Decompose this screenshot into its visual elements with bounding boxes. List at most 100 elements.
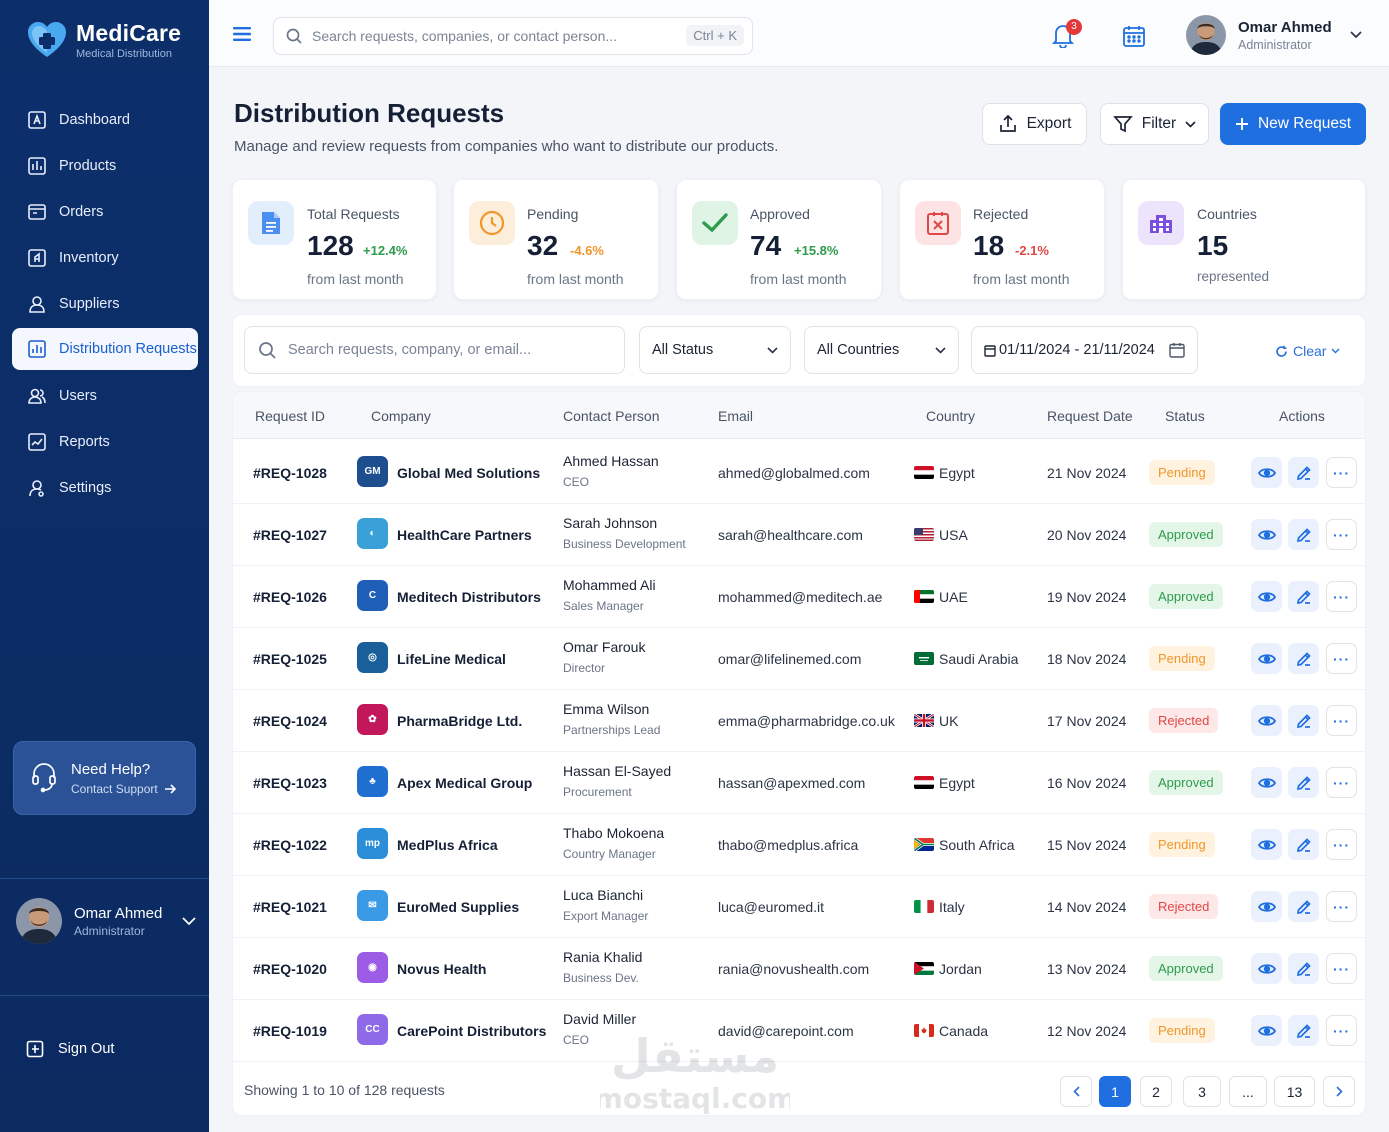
- request-id[interactable]: #REQ-1027: [253, 527, 327, 543]
- sidebar-item-users[interactable]: Users: [12, 374, 198, 418]
- page-button[interactable]: 2: [1140, 1076, 1172, 1107]
- table-row[interactable]: #REQ-1025 ◎ LifeLine Medical Omar Farouk…: [233, 628, 1365, 690]
- request-id[interactable]: #REQ-1024: [253, 713, 327, 729]
- logo[interactable]: MediCare Medical Distribution: [26, 20, 181, 60]
- request-id[interactable]: #REQ-1022: [253, 837, 327, 853]
- contact-email[interactable]: hassan@apexmed.com: [718, 775, 865, 791]
- table-row[interactable]: #REQ-1019 CC CarePoint Distributors Davi…: [233, 1000, 1365, 1062]
- edit-button[interactable]: [1288, 519, 1319, 550]
- column-header[interactable]: Status: [1165, 408, 1205, 424]
- help-card[interactable]: Need Help? Contact Support: [13, 741, 196, 815]
- request-id[interactable]: #REQ-1019: [253, 1023, 327, 1039]
- contact-email[interactable]: david@carepoint.com: [718, 1023, 854, 1039]
- more-actions-button[interactable]: ···: [1326, 581, 1357, 612]
- prev-page-button[interactable]: [1060, 1076, 1092, 1107]
- column-header[interactable]: Company: [371, 408, 431, 424]
- edit-button[interactable]: [1288, 581, 1319, 612]
- view-button[interactable]: [1251, 891, 1282, 922]
- page-button[interactable]: 3: [1183, 1076, 1221, 1107]
- clear-filters-button[interactable]: Clear: [1275, 343, 1340, 359]
- more-actions-button[interactable]: ···: [1326, 705, 1357, 736]
- page-button[interactable]: 1: [1099, 1076, 1131, 1107]
- more-actions-button[interactable]: ···: [1326, 953, 1357, 984]
- contact-email[interactable]: sarah@healthcare.com: [718, 527, 863, 543]
- table-row[interactable]: #REQ-1026 C Meditech Distributors Mohamm…: [233, 566, 1365, 628]
- sidebar-item-products[interactable]: Products: [12, 144, 198, 188]
- page-button[interactable]: 13: [1274, 1076, 1315, 1107]
- sidebar-item-orders[interactable]: Orders: [12, 190, 198, 234]
- contact-email[interactable]: mohammed@meditech.ae: [718, 589, 882, 605]
- request-id[interactable]: #REQ-1026: [253, 589, 327, 605]
- edit-button[interactable]: [1288, 953, 1319, 984]
- table-row[interactable]: #REQ-1020 ◉ Novus Health Rania Khalid Bu…: [233, 938, 1365, 1000]
- edit-button[interactable]: [1288, 829, 1319, 860]
- view-button[interactable]: [1251, 519, 1282, 550]
- sidebar-item-inventory[interactable]: Inventory: [12, 236, 198, 280]
- filter-button[interactable]: Filter: [1100, 103, 1209, 145]
- chevron-down-icon[interactable]: [1350, 31, 1362, 39]
- table-row[interactable]: #REQ-1021 ✉ EuroMed Supplies Luca Bianch…: [233, 876, 1365, 938]
- request-id[interactable]: #REQ-1023: [253, 775, 327, 791]
- view-button[interactable]: [1251, 1015, 1282, 1046]
- request-id[interactable]: #REQ-1028: [253, 465, 327, 481]
- table-row[interactable]: #REQ-1027 ◐ HealthCare Partners Sarah Jo…: [233, 504, 1365, 566]
- sidebar-item-reports[interactable]: Reports: [12, 420, 198, 464]
- topbar-user[interactable]: Omar Ahmed Administrator: [1186, 15, 1362, 55]
- more-actions-button[interactable]: ···: [1326, 891, 1357, 922]
- sidebar-item-suppliers[interactable]: Suppliers: [12, 282, 198, 326]
- view-button[interactable]: [1251, 767, 1282, 798]
- menu-icon[interactable]: [233, 27, 251, 41]
- view-button[interactable]: [1251, 581, 1282, 612]
- view-button[interactable]: [1251, 643, 1282, 674]
- more-actions-button[interactable]: ···: [1326, 767, 1357, 798]
- column-header[interactable]: Contact Person: [563, 408, 660, 424]
- contact-email[interactable]: luca@euromed.it: [718, 899, 824, 915]
- view-button[interactable]: [1251, 457, 1282, 488]
- edit-button[interactable]: [1288, 457, 1319, 488]
- sidebar-item-distribution-requests[interactable]: Distribution Requests: [12, 328, 198, 370]
- more-actions-button[interactable]: ···: [1326, 643, 1357, 674]
- global-search[interactable]: Search requests, companies, or contact p…: [273, 17, 753, 55]
- calendar-icon[interactable]: [1122, 24, 1146, 48]
- sidebar-item-dashboard[interactable]: Dashboard: [12, 98, 198, 142]
- sign-out-button[interactable]: Sign Out: [26, 1040, 114, 1058]
- contact-support-link[interactable]: Contact Support: [71, 782, 176, 796]
- table-row[interactable]: #REQ-1023 ♣ Apex Medical Group Hassan El…: [233, 752, 1365, 814]
- table-row[interactable]: #REQ-1024 ✿ PharmaBridge Ltd. Emma Wilso…: [233, 690, 1365, 752]
- contact-email[interactable]: ahmed@globalmed.com: [718, 465, 870, 481]
- new-request-button[interactable]: New Request: [1220, 103, 1366, 145]
- chevron-down-icon[interactable]: [182, 916, 196, 926]
- view-button[interactable]: [1251, 953, 1282, 984]
- edit-button[interactable]: [1288, 705, 1319, 736]
- column-header[interactable]: Country: [926, 408, 975, 424]
- edit-button[interactable]: [1288, 643, 1319, 674]
- export-button[interactable]: Export: [982, 103, 1087, 145]
- view-button[interactable]: [1251, 705, 1282, 736]
- more-actions-button[interactable]: ···: [1326, 1015, 1357, 1046]
- table-row[interactable]: #REQ-1028 GM Global Med Solutions Ahmed …: [233, 442, 1365, 504]
- next-page-button[interactable]: [1323, 1076, 1355, 1107]
- column-header[interactable]: Request ID: [255, 408, 325, 424]
- contact-email[interactable]: thabo@medplus.africa: [718, 837, 858, 853]
- more-actions-button[interactable]: ···: [1326, 829, 1357, 860]
- sidebar-user[interactable]: Omar Ahmed Administrator: [16, 898, 196, 944]
- sidebar-item-settings[interactable]: Settings: [12, 466, 198, 510]
- more-actions-button[interactable]: ···: [1326, 519, 1357, 550]
- view-button[interactable]: [1251, 829, 1282, 860]
- edit-button[interactable]: [1288, 767, 1319, 798]
- more-actions-button[interactable]: ···: [1326, 457, 1357, 488]
- edit-button[interactable]: [1288, 891, 1319, 922]
- table-row[interactable]: #REQ-1022 mp MedPlus Africa Thabo Mokoen…: [233, 814, 1365, 876]
- request-id[interactable]: #REQ-1021: [253, 899, 327, 915]
- status-select[interactable]: All Status: [639, 326, 791, 374]
- request-id[interactable]: #REQ-1025: [253, 651, 327, 667]
- column-header[interactable]: Request Date: [1047, 408, 1133, 424]
- request-id[interactable]: #REQ-1020: [253, 961, 327, 977]
- date-range-picker[interactable]: 01/11/2024 - 21/11/2024: [971, 326, 1198, 374]
- contact-email[interactable]: omar@lifelinemed.com: [718, 651, 861, 667]
- country-select[interactable]: All Countries: [804, 326, 959, 374]
- column-header[interactable]: Email: [718, 408, 753, 424]
- request-search-input[interactable]: Search requests, company, or email...: [244, 326, 625, 374]
- contact-email[interactable]: emma@pharmabridge.co.uk: [718, 713, 895, 729]
- contact-email[interactable]: rania@novushealth.com: [718, 961, 869, 977]
